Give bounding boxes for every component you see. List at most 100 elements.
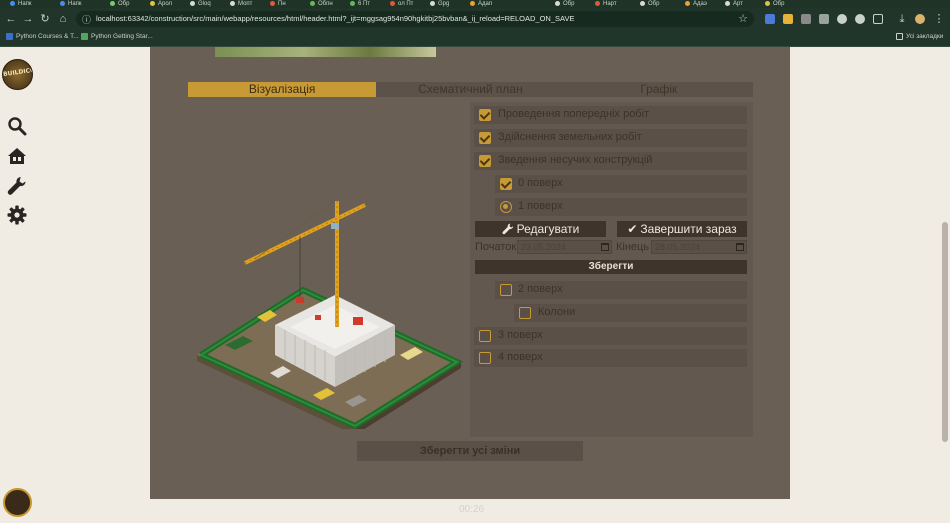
save-dates-button[interactable]: Зберегти [475,260,747,274]
stage-checkbox[interactable] [479,132,491,144]
search-icon[interactable] [7,116,27,136]
extensions-puzzle-icon[interactable] [873,14,883,24]
tab-favicon-icon [60,0,65,6]
tab-favicon-icon [10,0,15,6]
substage-radio[interactable] [500,201,512,213]
substage-checkbox[interactable] [500,178,512,190]
browser-tab[interactable]: Арт [725,0,760,8]
browser-tab[interactable]: Обр [640,0,680,8]
bookmark-favicon-icon [6,33,13,40]
browser-tab[interactable]: Адап [470,0,510,8]
browser-tab[interactable]: Нарт [595,0,635,8]
stage-label: Проведення попередніх робіт [498,108,650,120]
recording-timer: 00:26 [459,504,485,515]
browser-tab[interactable]: Gpg [430,0,470,8]
browser-menu-icon[interactable]: ⋮ [932,12,946,26]
subsubstage-row[interactable]: Колони [514,304,747,322]
substage-row[interactable]: 2 поверх [495,281,747,299]
substage-checkbox[interactable] [479,352,491,364]
calendar-icon[interactable] [601,243,609,251]
browser-tab[interactable]: 6 Пт [350,0,390,8]
tab-favicon-icon [685,0,690,6]
stage-checkbox[interactable] [479,109,491,121]
stage-row[interactable]: Зведення несучих конструкцій [474,152,747,170]
tab-schedule[interactable]: Графік [564,82,753,97]
edit-button-label: Редагувати [516,222,580,236]
download-icon[interactable]: ⤓ [895,12,909,26]
page-scrollbar[interactable] [940,47,950,523]
view-tabs: Візуалізація Схематичний план Графік [188,82,753,97]
home-page-icon[interactable]: ⌂ [56,12,70,26]
browser-tab[interactable]: Адаэ [685,0,725,8]
save-all-changes-button[interactable]: Зберегти усі зміни [357,441,583,461]
browser-tab[interactable]: Мопт [230,0,270,8]
stage-checkbox[interactable] [479,155,491,167]
browser-tab[interactable]: Обр [765,0,805,8]
bookmark-item[interactable]: Python Courses & T... [6,33,79,40]
browser-tab[interactable]: Пн [270,0,310,8]
bookmark-star-icon[interactable]: ☆ [738,12,748,25]
substage-label: 3 поверх [498,329,543,341]
browser-tab[interactable]: ол Пт [390,0,430,8]
gear-icon[interactable] [7,205,27,225]
start-date-input[interactable]: 23.05.2024 [517,240,612,254]
bookmark-item[interactable]: Python Getting Star... [81,33,153,40]
browser-tab[interactable]: Арол [150,0,190,8]
tab-favicon-icon [555,0,560,6]
tab-favicon-icon [725,0,730,6]
logo-text: BUILDICO [2,66,33,79]
substage-label: 4 поверх [498,351,543,363]
substage-checkbox[interactable] [500,284,512,296]
browser-tab[interactable]: Обпн [310,0,350,8]
substage-row[interactable]: 0 поверх [495,175,747,193]
browser-tab-strip: Напк Напк Обр Арол Gloq Мопт Пн Обпн 6 П… [0,0,950,8]
substage-row[interactable]: 3 поверх [474,327,747,345]
stage-row[interactable]: Здійснення земельних робіт [474,129,747,147]
site-info-icon[interactable]: ⓘ [82,13,91,26]
extension-icon[interactable] [801,14,811,24]
stages-panel: Проведення попередніх робіт Здійснення з… [470,102,753,437]
finish-now-button[interactable]: ✔ Завершити зараз [617,221,747,237]
browser-tab[interactable]: Напк [10,0,55,8]
stage-row[interactable]: Проведення попередніх робіт [474,106,747,124]
app-logo[interactable]: BUILDICO [2,59,33,90]
extension-icon[interactable] [783,14,793,24]
url-text[interactable]: localhost:63342/construction/src/main/we… [96,14,574,23]
browser-tab[interactable]: Напк [60,0,105,8]
substage-checkbox[interactable] [479,330,491,342]
tab-visualization[interactable]: Візуалізація [188,82,377,97]
substage-row[interactable]: 4 поверх [474,349,747,367]
tab-schematic-plan[interactable]: Схематичний план [376,82,565,97]
checkmark-icon: ✔ [627,222,638,236]
substage-row[interactable]: 1 поверх [495,198,747,216]
home-icon[interactable] [7,146,27,166]
tab-favicon-icon [270,0,275,6]
edit-button[interactable]: Редагувати [475,221,606,237]
extension-icon[interactable] [819,14,829,24]
extension-icon[interactable] [765,14,775,24]
extension-icon[interactable] [855,14,865,24]
browser-tab[interactable]: Gloq [190,0,230,8]
forward-icon[interactable]: → [21,12,35,26]
tab-favicon-icon [190,0,195,6]
app-sidebar: BUILDICO [0,47,35,523]
user-avatar[interactable] [3,488,32,517]
reload-icon[interactable]: ↻ [38,12,52,26]
back-icon[interactable]: ← [4,12,18,26]
tab-favicon-icon [390,0,395,6]
substage-label: 1 поверх [518,200,563,212]
profile-avatar-icon[interactable] [915,14,925,24]
browser-tab[interactable]: Обр [555,0,595,8]
all-bookmarks-folder[interactable]: Усі закладки [896,33,943,40]
calendar-icon[interactable] [736,243,744,251]
address-bar[interactable]: ⓘ localhost:63342/construction/src/main/… [76,11,754,27]
subsubstage-checkbox[interactable] [519,307,531,319]
folder-icon [896,33,903,40]
scrollbar-thumb[interactable] [942,222,948,442]
wrench-icon[interactable] [7,176,27,196]
browser-tab[interactable]: Обр [110,0,155,8]
extension-icon[interactable] [837,14,847,24]
end-date-input[interactable]: 28.05.2024 [651,240,747,254]
start-date-label: Початок [475,241,517,253]
tab-favicon-icon [310,0,315,6]
